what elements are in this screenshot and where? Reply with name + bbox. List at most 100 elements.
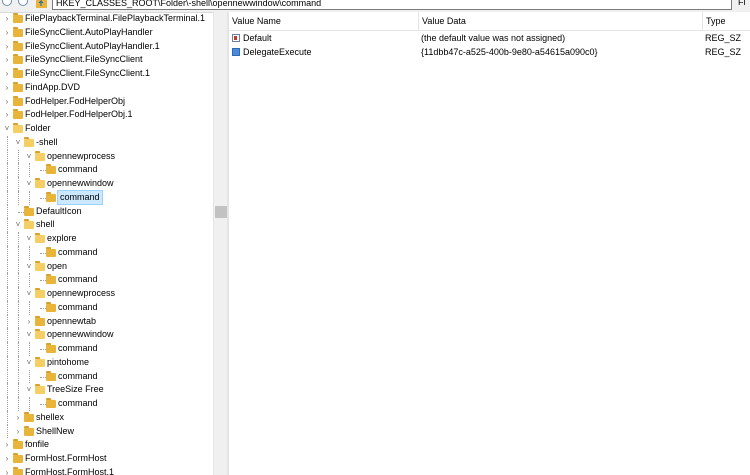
- value-data: {11dbb47c-a525-400b-9e80-a54615a090c0}: [421, 47, 598, 57]
- tree-item[interactable]: command: [0, 246, 213, 259]
- tree-item[interactable]: ˅ opennewwindow: [0, 328, 213, 341]
- tree-item[interactable]: command: [0, 301, 213, 314]
- folder-icon: [13, 95, 23, 106]
- chevron-down-icon[interactable]: ˅: [25, 150, 33, 163]
- value-data: (the default value was not assigned): [421, 33, 566, 43]
- tree-item[interactable]: ˅ TreeSize Free: [0, 383, 213, 396]
- chevron-right-icon[interactable]: ›: [3, 53, 11, 66]
- chevron-down-icon[interactable]: ˅: [25, 177, 33, 190]
- tree-item-label: FileSyncClient.AutoPlayHandler: [25, 26, 153, 37]
- values-list[interactable]: Value Name Value Data Type Default (the …: [229, 12, 750, 475]
- chevron-right-icon[interactable]: ›: [3, 452, 11, 465]
- tree-item-label: opennewwindow: [47, 329, 114, 340]
- tree-item[interactable]: ˅ Folder: [0, 122, 213, 135]
- chevron-down-icon[interactable]: ˅: [14, 218, 22, 231]
- chevron-right-icon[interactable]: ›: [3, 40, 11, 53]
- tree-item[interactable]: › FilePlaybackTerminal.FilePlaybackTermin…: [0, 12, 213, 25]
- tree-item-label: DefaultIcon: [36, 205, 82, 216]
- favorites-menu-fragment[interactable]: Fi: [738, 0, 746, 7]
- scrollbar-thumb[interactable]: [215, 206, 227, 218]
- folder-icon: [35, 288, 45, 298]
- chevron-right-icon[interactable]: ›: [14, 425, 22, 438]
- tree-item[interactable]: › FormHost.FormHost.1: [0, 466, 213, 475]
- folder-icon: [35, 315, 45, 326]
- column-header-value-name[interactable]: Value Name: [229, 12, 418, 30]
- registry-key-tree[interactable]: › FilePlaybackTerminal.FilePlaybackTermin…: [0, 12, 213, 475]
- tree-item[interactable]: › fonfile: [0, 438, 213, 451]
- chevron-right-icon[interactable]: ›: [3, 81, 11, 94]
- tree-item[interactable]: › shellex: [0, 411, 213, 424]
- tree-item[interactable]: ˅ opennewprocess: [0, 150, 213, 163]
- folder-icon: [13, 26, 23, 37]
- chevron-down-icon[interactable]: ˅: [25, 356, 33, 369]
- tree-item[interactable]: › FileSyncClient.AutoPlayHandler.1: [0, 40, 213, 53]
- tree-item[interactable]: ˅ pintohome: [0, 356, 213, 369]
- column-header-value-data[interactable]: Value Data: [419, 12, 702, 30]
- folder-icon: [13, 68, 23, 78]
- chevron-down-icon[interactable]: ˅: [25, 260, 33, 273]
- tree-item[interactable]: ˅ opennewprocess: [0, 287, 213, 300]
- chevron-right-icon[interactable]: ›: [3, 67, 11, 80]
- tree-item-label: command: [58, 301, 98, 312]
- tree-item-label: opennewprocess: [47, 150, 116, 161]
- column-header-type[interactable]: Type: [703, 12, 750, 30]
- tree-item[interactable]: › FileSyncClient.FileSyncClient.1: [0, 67, 213, 80]
- tree-item[interactable]: ˅ shell: [0, 218, 213, 231]
- chevron-down-icon[interactable]: ˅: [25, 232, 33, 245]
- tree-item[interactable]: › FileSyncClient.AutoPlayHandler: [0, 26, 213, 39]
- chevron-right-icon[interactable]: ›: [3, 466, 11, 475]
- tree-item[interactable]: › FileSyncClient.FileSyncClient: [0, 53, 213, 66]
- tree-item[interactable]: ˅ open: [0, 260, 213, 273]
- chevron-right-icon[interactable]: ›: [3, 12, 11, 25]
- tree-item[interactable]: › ShellNew: [0, 425, 213, 438]
- folder-up-icon[interactable]: [36, 0, 48, 8]
- tree-item[interactable]: › opennewtab: [0, 315, 213, 328]
- back-arrow-icon[interactable]: [2, 0, 12, 6]
- folder-icon: [13, 439, 23, 450]
- address-path-input[interactable]: HKEY_CLASSES_ROOT\Folder\-shell\openneww…: [52, 0, 732, 10]
- tree-item[interactable]: command: [0, 342, 213, 355]
- tree-item[interactable]: › FodHelper.FodHelperObj: [0, 95, 213, 108]
- chevron-right-icon[interactable]: ›: [3, 95, 11, 108]
- value-type: REG_SZ: [705, 47, 742, 57]
- tree-item[interactable]: › FindApp.DVD: [0, 81, 213, 94]
- tree-item[interactable]: command: [0, 163, 213, 176]
- chevron-down-icon[interactable]: ˅: [3, 122, 11, 135]
- value-row[interactable]: Default (the default value was not assig…: [229, 31, 750, 45]
- tree-item[interactable]: command: [0, 189, 213, 205]
- tree-item[interactable]: ˅ explore: [0, 232, 213, 245]
- chevron-right-icon[interactable]: ›: [3, 438, 11, 451]
- tree-item-label: open: [47, 260, 68, 271]
- tree-item-label: FormHost.FormHost: [25, 453, 107, 463]
- folder-icon: [13, 40, 23, 51]
- folder-icon: [46, 370, 56, 381]
- tree-item[interactable]: › FodHelper.FodHelperObj.1: [0, 108, 213, 121]
- tree-item[interactable]: command: [0, 370, 213, 383]
- reg-sz-icon: [232, 34, 240, 42]
- forward-arrow-icon[interactable]: [18, 0, 28, 6]
- chevron-right-icon[interactable]: ›: [3, 26, 11, 39]
- chevron-down-icon[interactable]: ˅: [25, 328, 33, 341]
- tree-item-label: -shell: [36, 136, 58, 147]
- tree-item[interactable]: › FormHost.FormHost: [0, 452, 213, 465]
- tree-item-label: command: [58, 370, 98, 381]
- tree-vertical-scrollbar[interactable]: [213, 12, 228, 475]
- chevron-down-icon[interactable]: ˅: [25, 287, 33, 300]
- chevron-down-icon[interactable]: ˅: [25, 383, 33, 396]
- folder-icon: [13, 453, 23, 463]
- tree-item[interactable]: ˅ -shell: [0, 136, 213, 149]
- chevron-down-icon[interactable]: ˅: [14, 136, 22, 149]
- value-row[interactable]: DelegateExecute {11dbb47c-a525-400b-9e80…: [229, 45, 750, 59]
- folder-icon: [35, 178, 45, 188]
- tree-item-label: FileSyncClient.FileSyncClient.1: [25, 68, 151, 78]
- tree-item[interactable]: command: [0, 273, 213, 286]
- tree-item-label: opennewtab: [47, 315, 97, 326]
- chevron-right-icon[interactable]: ›: [25, 315, 33, 328]
- chevron-right-icon[interactable]: ›: [3, 108, 11, 121]
- tree-item[interactable]: command: [0, 397, 213, 410]
- chevron-right-icon[interactable]: ›: [14, 411, 22, 424]
- value-name: DelegateExecute: [243, 47, 312, 57]
- tree-item-label: pintohome: [47, 356, 90, 367]
- tree-item[interactable]: ˅ opennewwindow: [0, 177, 213, 190]
- tree-item[interactable]: DefaultIcon: [0, 205, 213, 218]
